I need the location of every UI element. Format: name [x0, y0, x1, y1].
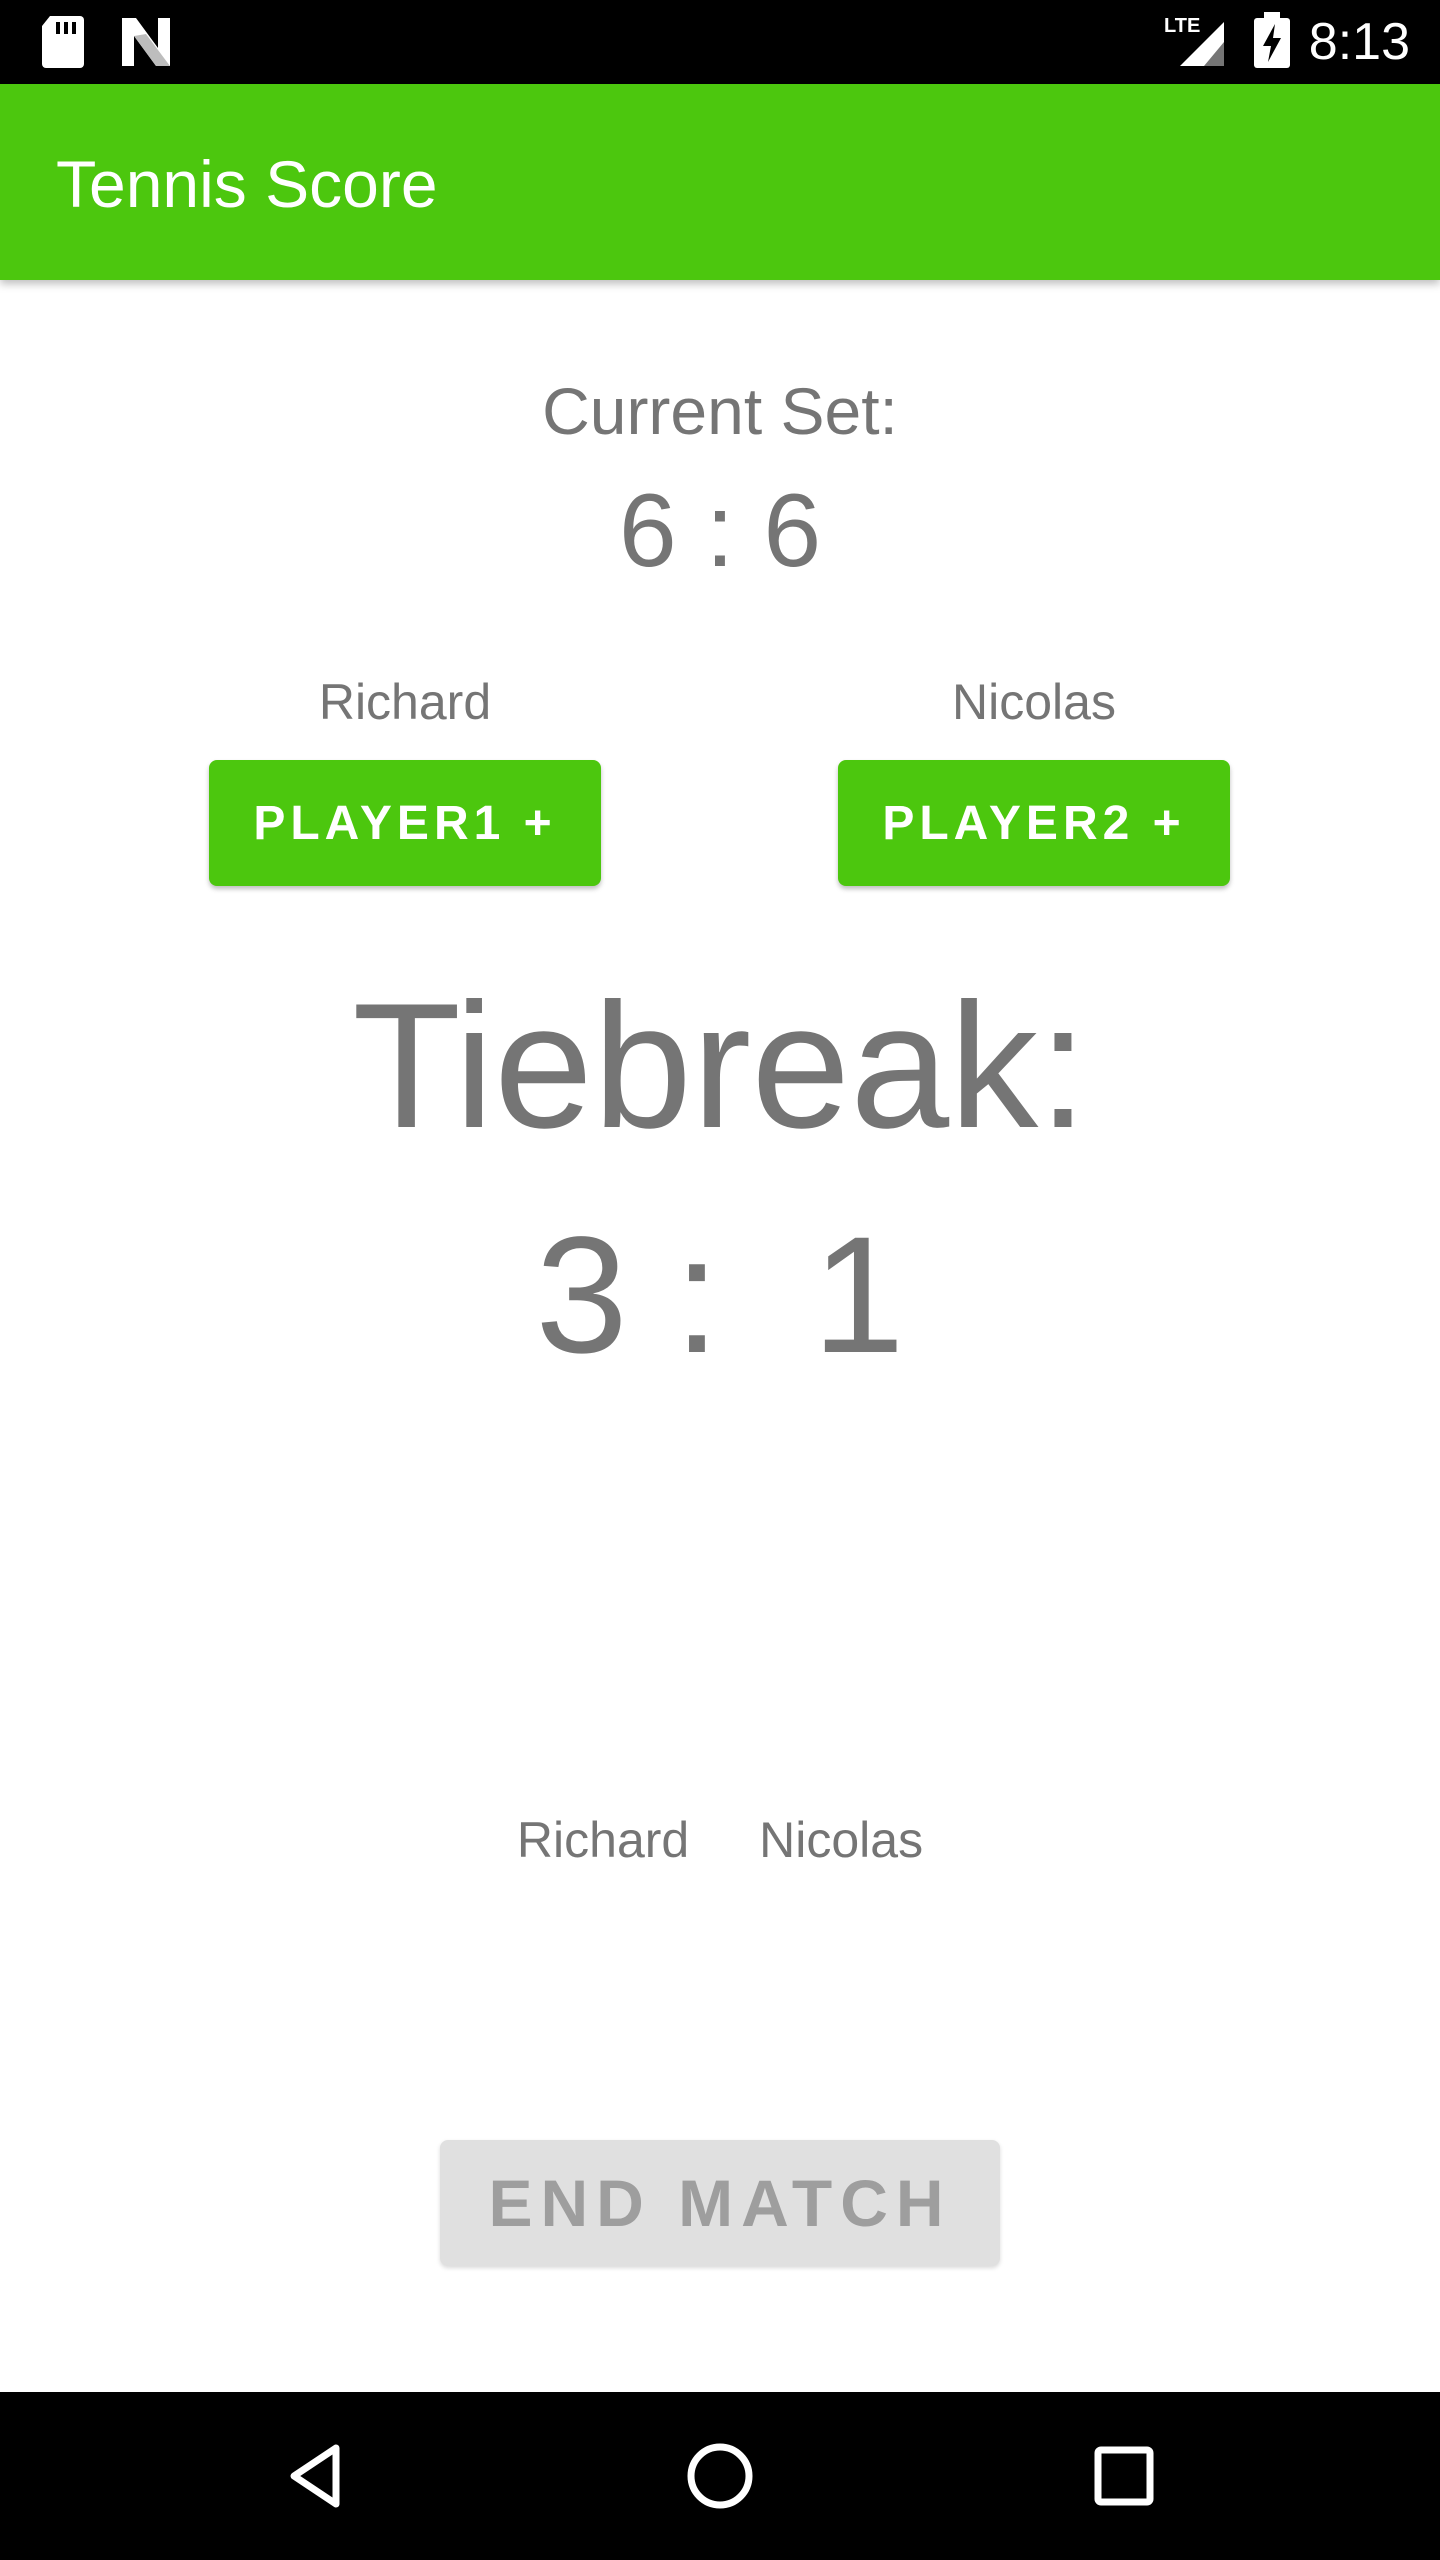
app-bar: Tennis Score	[0, 84, 1440, 280]
status-bar: LTE 8:13	[0, 0, 1440, 84]
current-set-label: Current Set:	[542, 374, 898, 448]
tiebreak-score: 3 : 1	[535, 1203, 905, 1388]
player2-name: Nicolas	[952, 674, 1116, 730]
player1-name: Richard	[318, 674, 492, 730]
player2-add-point-button[interactable]: PLAYER2 +	[838, 760, 1230, 886]
n-logo-icon	[118, 14, 174, 75]
player2-column: Nicolas PLAYER2 +	[838, 670, 1230, 886]
end-match-button[interactable]: END MATCH	[440, 2140, 1000, 2266]
tiebreak-label: Tiebreak:	[352, 966, 1088, 1165]
sets-header-player1: Richard	[516, 1812, 690, 1868]
signal-icon: LTE	[1164, 12, 1228, 73]
screen: LTE 8:13 Tennis Score Current Set: 6 : 6…	[0, 0, 1440, 2560]
sets-header-row: Richard Nicolas	[0, 1808, 1440, 1872]
app-title: Tennis Score	[56, 147, 438, 221]
status-time: 8:13	[1308, 13, 1410, 71]
back-icon[interactable]	[276, 2436, 356, 2521]
player1-add-point-button[interactable]: PLAYER1 +	[209, 760, 601, 886]
svg-text:LTE: LTE	[1164, 15, 1200, 37]
sd-card-icon	[40, 14, 86, 75]
battery-charging-icon	[1252, 12, 1292, 75]
current-set-score: 6 : 6	[618, 473, 822, 589]
navigation-bar	[0, 2392, 1440, 2560]
recents-icon[interactable]	[1084, 2436, 1164, 2521]
home-icon[interactable]	[680, 2436, 760, 2521]
sets-header-player2: Nicolas	[759, 1812, 924, 1868]
player1-column: Richard PLAYER1 +	[209, 670, 601, 886]
